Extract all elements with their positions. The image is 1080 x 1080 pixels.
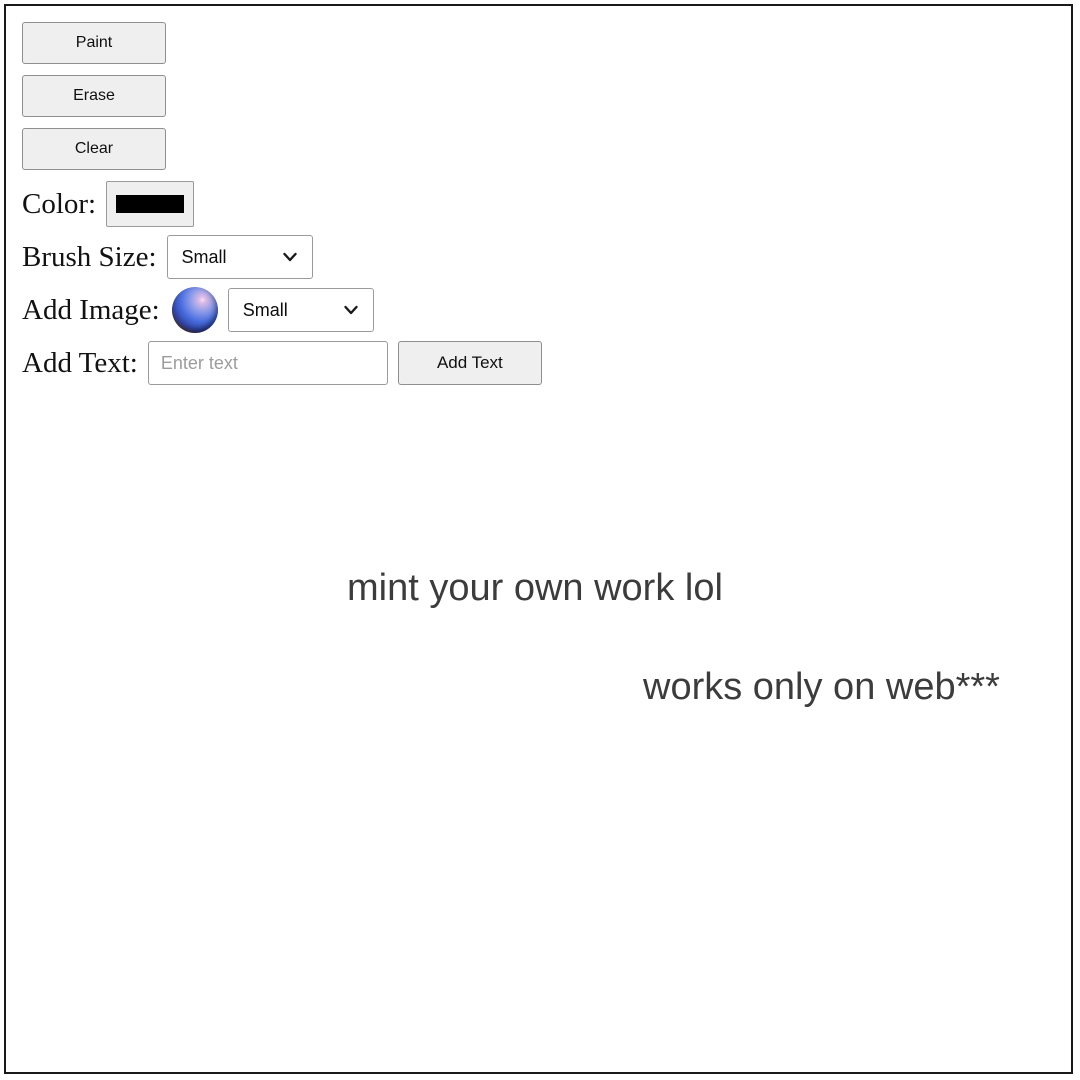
color-row: Color: [22, 181, 1071, 227]
paint-button[interactable]: Paint [22, 22, 166, 64]
add-image-row: Add Image: Small [22, 287, 1071, 333]
app-frame: mint your own work lol works only on web… [4, 4, 1073, 1074]
toolbar: Paint Erase Clear Color: Brush Size: Sma… [6, 6, 1071, 393]
clear-button[interactable]: Clear [22, 128, 166, 170]
canvas-text-item[interactable]: works only on web*** [643, 668, 1000, 706]
image-size-select[interactable]: Small [227, 288, 374, 332]
color-label: Color: [22, 187, 97, 220]
brush-size-label: Brush Size: [22, 240, 157, 273]
add-text-row: Add Text: Add Text [22, 341, 1071, 385]
add-text-button[interactable]: Add Text [397, 341, 542, 385]
brush-size-select[interactable]: Small [166, 235, 313, 279]
canvas-text-item[interactable]: mint your own work lol [347, 569, 723, 607]
brush-size-selected-value: Small [181, 246, 227, 267]
color-swatch [116, 195, 185, 213]
chevron-down-icon [343, 302, 359, 318]
image-size-selected-value: Small [242, 299, 288, 320]
brush-size-row: Brush Size: Small [22, 235, 1071, 279]
color-picker-input[interactable] [106, 181, 195, 227]
add-text-input[interactable] [147, 341, 388, 385]
chevron-down-icon [282, 249, 298, 265]
add-text-label: Add Text: [22, 346, 138, 379]
sphere-image-icon[interactable] [171, 287, 218, 333]
add-image-label: Add Image: [22, 293, 160, 326]
erase-button[interactable]: Erase [22, 75, 166, 117]
